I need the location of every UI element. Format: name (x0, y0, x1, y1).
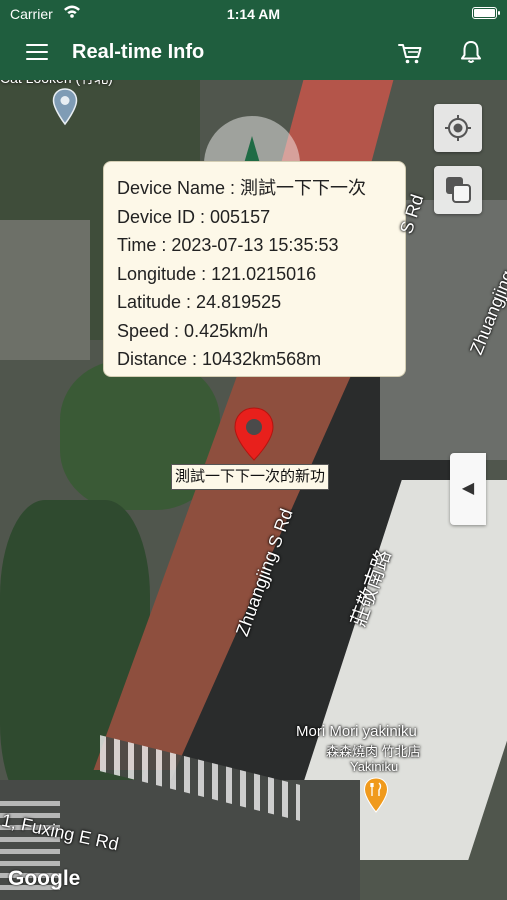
my-location-button[interactable] (434, 104, 482, 152)
bell-icon[interactable] (458, 39, 484, 65)
speed-row: Speed : 0.425km/h (117, 320, 269, 341)
satellite-map[interactable]: Cat Lookeri (竹北) Device Name : 測試一下下一次 D… (0, 80, 507, 900)
latitude-row: Latitude : 24.819525 (117, 292, 282, 312)
status-time: 1:14 AM (226, 6, 281, 22)
location-pin-icon[interactable] (52, 88, 78, 126)
poi-chinese-name: 森森燒肉 竹北店 (326, 744, 421, 759)
device-info-popup: Device Name : 測試一下下一次 Device ID : 005157… (103, 161, 406, 377)
status-bar: Carrier 1:14 AM (0, 0, 507, 26)
device-marker-icon[interactable] (232, 406, 276, 462)
map-layers-icon (446, 177, 471, 203)
street-label-top-left: Cat Lookeri (竹北) (0, 80, 113, 88)
time-row: Time : 2023-07-13 15:35:53 (117, 235, 339, 255)
device-name-row: Device Name : 測試一下下一次 (117, 178, 367, 198)
my-location-icon (445, 115, 471, 141)
restaurant-pin-icon[interactable] (363, 777, 389, 813)
map-layers-button[interactable] (434, 166, 482, 214)
hamburger-menu-icon[interactable] (26, 44, 48, 62)
device-id-row: Device ID : 005157 (117, 206, 271, 227)
google-logo: Google (8, 867, 81, 890)
poi-name: Mori Mori yakiniku (296, 723, 417, 740)
app-bar: Real-time Info (0, 26, 507, 80)
cart-icon[interactable] (397, 40, 423, 66)
poi-category: Yakiniku (350, 759, 399, 774)
distance-row: Distance : 10432km568m (117, 349, 322, 369)
longitude-row: Longitude : 121.0215016 (117, 263, 317, 284)
battery-icon (472, 7, 500, 19)
device-marker-label: 測試一下下一次的新功 (171, 464, 330, 490)
page-title: Real-time Info (72, 41, 205, 63)
drawer-toggle-button[interactable]: ◀ (450, 453, 486, 525)
